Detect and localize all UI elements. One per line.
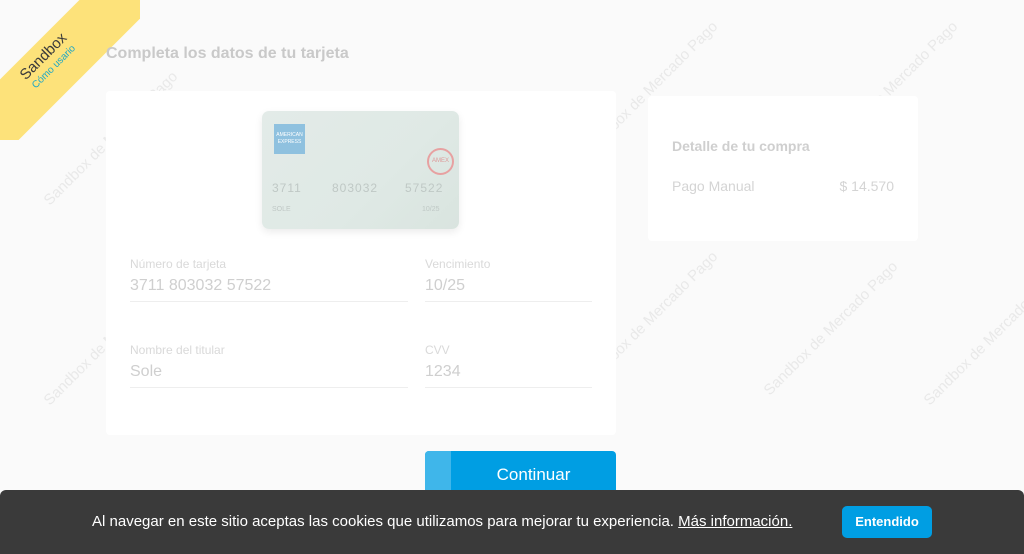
cvv-field[interactable]: CVV 1234 [425, 343, 592, 388]
card-number-part: 57522 [405, 181, 444, 195]
card-number-field[interactable]: Número de tarjeta 3711 803032 57522 [130, 257, 408, 302]
more-info-link[interactable]: Más información. [678, 513, 792, 530]
card-expiry-preview: 10/25 [422, 206, 440, 213]
amex-logo-icon: AMERICAN EXPRESS [274, 124, 305, 154]
card-form: AMERICAN EXPRESS AMEX 3711 803032 57522 … [106, 91, 616, 435]
holder-label: Nombre del titular [130, 343, 225, 357]
watermark: Sandbox de Mercado Pago [760, 258, 902, 399]
holder-field[interactable]: Nombre del titular Sole [130, 343, 408, 388]
card-stamp: AMEX [427, 148, 454, 175]
card-number-part: 3711 [272, 181, 302, 195]
summary-amount: $ 14.570 [839, 178, 895, 194]
cookie-banner: Al navegar en este sitio aceptas las coo… [0, 490, 1024, 554]
summary-item-label: Pago Manual [672, 178, 755, 194]
watermark: Sandbox de Mercado Pago [920, 268, 1024, 409]
purchase-summary: Detalle de tu compra Pago Manual $ 14.57… [648, 96, 918, 241]
cookie-text: Al navegar en este sitio aceptas las coo… [92, 513, 674, 530]
expiry-input[interactable]: 10/25 [425, 277, 592, 302]
cvv-label: CVV [425, 343, 450, 357]
card-number-input[interactable]: 3711 803032 57522 [130, 277, 408, 302]
card-holder-preview: SOLE [272, 206, 291, 213]
accept-cookies-button[interactable]: Entendido [842, 506, 932, 538]
summary-title: Detalle de tu compra [672, 138, 810, 154]
expiry-label: Vencimiento [425, 257, 491, 271]
cookie-message: Al navegar en este sitio aceptas las coo… [92, 513, 792, 530]
card-number-part: 803032 [332, 181, 379, 195]
holder-input[interactable]: Sole [130, 363, 408, 388]
card-number-label: Número de tarjeta [130, 257, 227, 271]
credit-card-preview: AMERICAN EXPRESS AMEX 3711 803032 57522 … [262, 111, 459, 229]
expiry-field[interactable]: Vencimiento 10/25 [425, 257, 592, 302]
cvv-input[interactable]: 1234 [425, 363, 592, 388]
continue-label: Continuar [496, 465, 571, 484]
page-title: Completa los datos de tu tarjeta [106, 45, 349, 62]
